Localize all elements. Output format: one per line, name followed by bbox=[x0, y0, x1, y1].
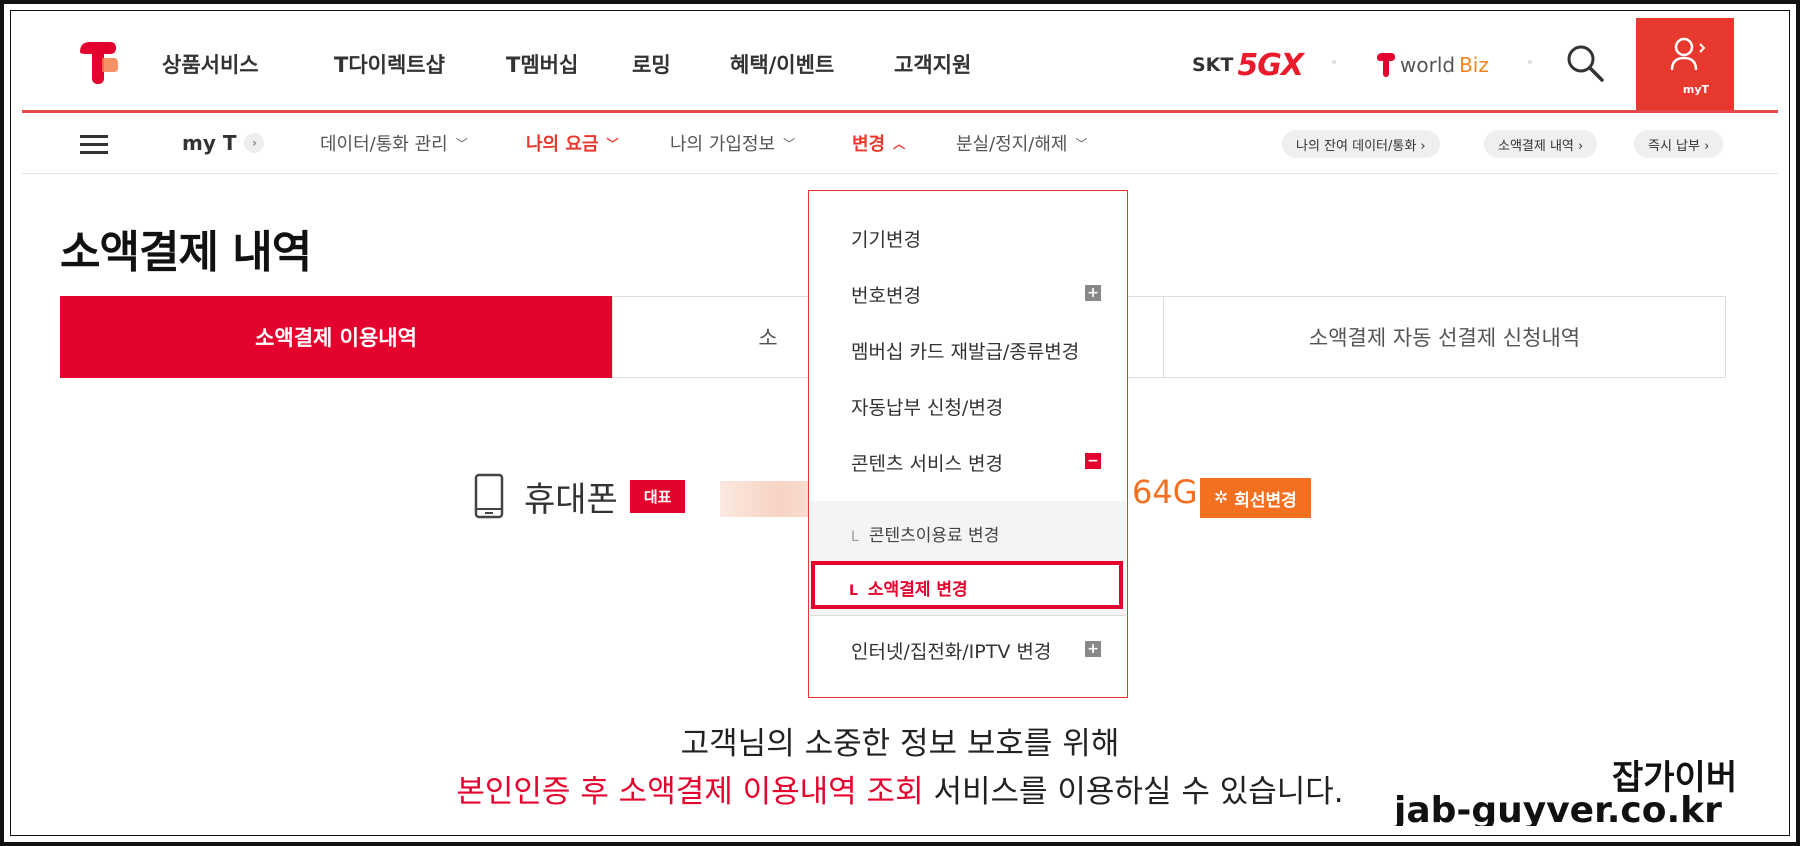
plus-icon[interactable]: + bbox=[1085, 285, 1101, 301]
gnb-menu-support[interactable]: 고객지원 bbox=[894, 18, 971, 110]
gnb-menu-membership[interactable]: T멤버십 bbox=[506, 18, 578, 110]
tworld-logo-icon[interactable] bbox=[76, 38, 120, 88]
dd-item-autopay[interactable]: 자동납부 신청/변경 bbox=[851, 393, 1003, 420]
lnb-item-label: 나의 가입정보 bbox=[670, 134, 776, 155]
skt-text: SKT bbox=[1192, 54, 1234, 76]
browser-viewport: 상품서비스 T다이렉트샵 T멤버십 로밍 혜택/이벤트 고객지원 SKT 5GX… bbox=[22, 18, 1778, 826]
quick-link-micropayment[interactable]: 소액결제 내역 › bbox=[1484, 130, 1598, 158]
lnb-item-my-bill[interactable]: 나의 요금 ﹀ bbox=[526, 113, 619, 173]
dd-subitem-label: 콘텐츠이용료 변경 bbox=[868, 526, 1000, 546]
line-change-label: 회선변경 bbox=[1234, 490, 1297, 511]
gnb-menu-events[interactable]: 혜택/이벤트 bbox=[730, 18, 834, 110]
gnb-menu-tdirect[interactable]: T다이렉트샵 bbox=[334, 18, 445, 110]
smartphone-icon bbox=[474, 473, 504, 519]
notice-rest: 서비스를 이용하실 수 있습니다. bbox=[923, 774, 1344, 810]
page-title: 소액결제 내역 bbox=[60, 227, 312, 278]
quick-link-remaining-data[interactable]: 나의 잔여 데이터/통화 › bbox=[1282, 130, 1440, 158]
dd-item-device-change[interactable]: 기기변경 bbox=[851, 225, 921, 252]
worldbiz-text: world bbox=[1400, 53, 1456, 77]
lnb-item-label: 나의 요금 bbox=[526, 134, 599, 155]
gnb-menu-roaming[interactable]: 로밍 bbox=[632, 18, 671, 110]
brand-separator bbox=[1528, 60, 1532, 64]
tab-auto-prepay-history[interactable]: 소액결제 자동 선결제 신청내역 bbox=[1164, 296, 1726, 378]
dd-subitem-label: 소액결제 변경 bbox=[867, 580, 968, 600]
lnb-item-my-subscription[interactable]: 나의 가입정보 ﹀ bbox=[670, 113, 795, 173]
myt-button[interactable]: myT bbox=[1636, 18, 1734, 110]
t-brand-icon bbox=[1377, 53, 1395, 77]
change-dropdown-menu: 기기변경 번호변경 + 멤버십 카드 재발급/종류변경 자동납부 신청/변경 콘… bbox=[808, 190, 1128, 698]
skt-5gx-logo[interactable]: SKT 5GX bbox=[1192, 47, 1304, 83]
notice-line-1: 고객님의 소중한 정보 보호를 위해 bbox=[680, 726, 1120, 762]
myt-home-label: my T bbox=[182, 131, 237, 155]
dd-item-internet-iptv[interactable]: 인터넷/집전화/IPTV 변경 bbox=[851, 637, 1051, 664]
lnb-item-change[interactable]: 변경 ︿ bbox=[852, 113, 905, 173]
lnb-item-label: 변경 bbox=[852, 134, 886, 155]
dd-item-contents-service[interactable]: 콘텐츠 서비스 변경 bbox=[851, 449, 1003, 476]
dd-subitem-micropayment-change[interactable]: L 소액결제 변경 bbox=[811, 561, 1123, 609]
line-info: 휴대폰 대표 bbox=[474, 472, 686, 520]
worldbiz-logo[interactable]: world Biz bbox=[1376, 48, 1489, 82]
biz-text: Biz bbox=[1459, 53, 1489, 77]
gnb-menu-products[interactable]: 상품서비스 bbox=[162, 18, 259, 110]
representative-badge: 대표 bbox=[629, 479, 686, 513]
chevron-up-icon: ︿ bbox=[893, 136, 906, 151]
lnb-item-lost-suspend[interactable]: 분실/정지/해제 ﹀ bbox=[956, 113, 1088, 173]
local-nav: my T › 데이터/통화 관리 ﹀ 나의 요금 ﹀ 나의 가입정보 ﹀ 변경 … bbox=[22, 113, 1778, 174]
user-icon bbox=[1670, 37, 1706, 71]
line-type-label: 휴대폰 bbox=[524, 479, 618, 520]
minus-icon[interactable]: − bbox=[1085, 453, 1101, 469]
sub-marker: L bbox=[849, 583, 858, 599]
watermark-url: jab-guyver.co.kr bbox=[1394, 790, 1722, 826]
tab-middle-label: 소 bbox=[758, 326, 778, 350]
chevron-down-icon: ﹀ bbox=[783, 136, 796, 151]
lnb-item-label: 분실/정지/해제 bbox=[956, 134, 1068, 155]
dd-item-number-change[interactable]: 번호변경 bbox=[851, 281, 921, 308]
dd-subitem-contents-fee[interactable]: L 콘텐츠이용료 변경 bbox=[851, 521, 999, 546]
lnb-item-label: 데이터/통화 관리 bbox=[320, 134, 448, 155]
myt-home-link[interactable]: my T › bbox=[182, 113, 265, 173]
hamburger-menu-icon[interactable] bbox=[80, 135, 108, 154]
search-icon[interactable] bbox=[1562, 40, 1608, 86]
chevron-down-icon: ﹀ bbox=[1075, 136, 1088, 151]
global-nav: 상품서비스 T다이렉트샵 T멤버십 로밍 혜택/이벤트 고객지원 SKT 5GX… bbox=[22, 18, 1778, 110]
dd-item-membership-card[interactable]: 멤버십 카드 재발급/종류변경 bbox=[851, 337, 1079, 364]
notice-highlight: 본인인증 후 소액결제 이용내역 조회 bbox=[456, 774, 924, 810]
chevron-down-icon: ﹀ bbox=[455, 136, 468, 151]
myt-label: myT bbox=[1682, 83, 1710, 96]
plus-icon[interactable]: + bbox=[1085, 641, 1101, 657]
gear-icon: ✲ bbox=[1214, 488, 1229, 508]
quick-link-instant-pay[interactable]: 즉시 납부 › bbox=[1634, 130, 1724, 158]
dd-divider bbox=[810, 615, 1126, 616]
line-change-button[interactable]: ✲ 회선변경 bbox=[1200, 478, 1311, 518]
chevron-down-icon: ﹀ bbox=[606, 136, 619, 151]
brand-separator bbox=[1332, 60, 1336, 64]
device-capacity: 64G bbox=[1132, 473, 1198, 511]
sub-marker: L bbox=[851, 529, 859, 545]
chevron-right-icon: › bbox=[244, 133, 265, 153]
tab-usage-history[interactable]: 소액결제 이용내역 bbox=[60, 296, 612, 378]
lnb-item-data-call[interactable]: 데이터/통화 관리 ﹀ bbox=[320, 113, 468, 173]
5gx-text: 5GX bbox=[1237, 47, 1304, 83]
